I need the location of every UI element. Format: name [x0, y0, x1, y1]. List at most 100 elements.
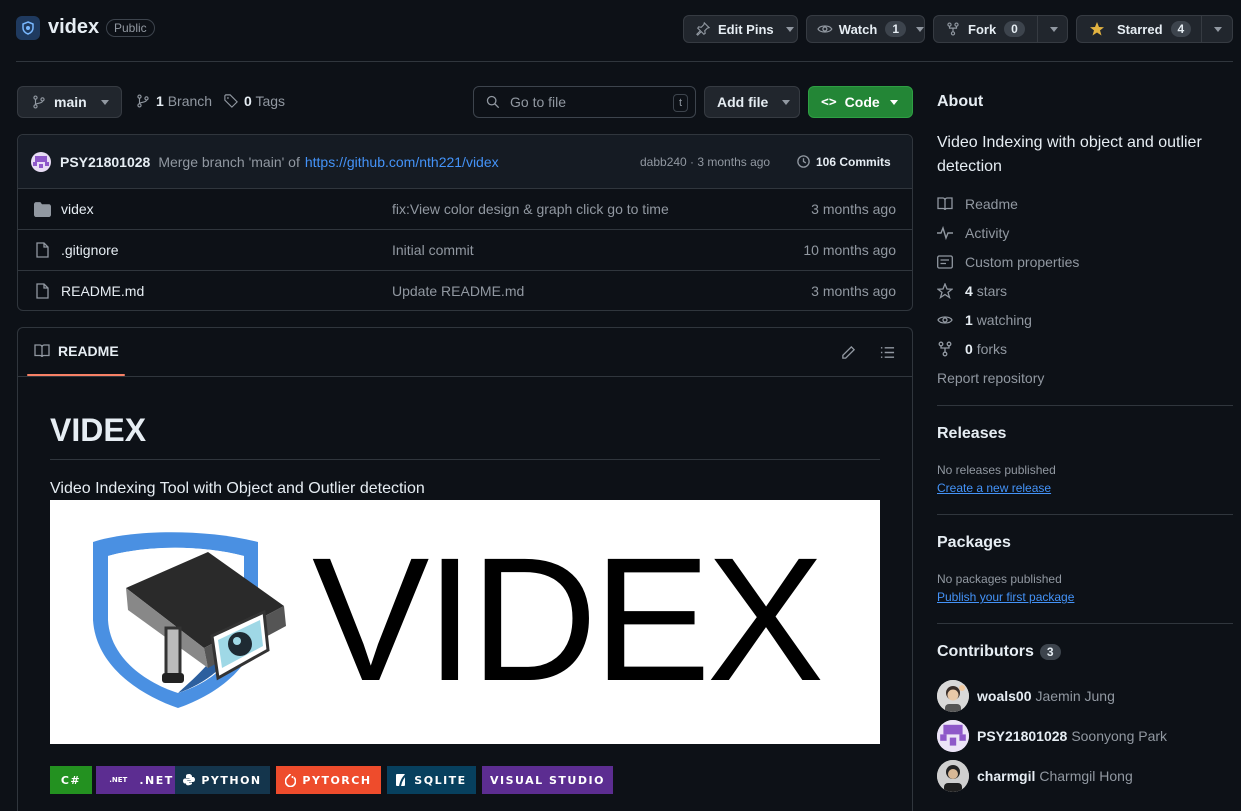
chevron-down-icon [785, 26, 794, 32]
tags-link[interactable]: 0 Tags [224, 93, 285, 109]
badge-label: VISUAL STUDIO [490, 773, 605, 787]
watch-button[interactable]: Watch 1 [806, 15, 925, 43]
starred-button[interactable]: Starred 4 [1076, 15, 1233, 43]
contributor-item[interactable]: woals00 Jaemin Jung [937, 680, 1115, 712]
file-row[interactable]: README.md Update README.md 3 months ago [18, 270, 912, 311]
branches-link[interactable]: 1 Branch [136, 93, 212, 109]
videx-logo-image: VIDEX [50, 500, 880, 744]
pencil-icon[interactable] [841, 345, 856, 360]
watching-count: 1 [965, 312, 973, 328]
avatar[interactable] [937, 760, 969, 792]
pytorch-icon [285, 773, 297, 787]
branch-selector[interactable]: main [17, 86, 122, 118]
sidebar-divider [937, 405, 1233, 406]
forks-label: forks [976, 341, 1008, 357]
go-to-file-placeholder: Go to file [510, 94, 567, 110]
edit-pins-button[interactable]: Edit Pins [683, 15, 798, 43]
file-row[interactable]: videx fix:View color design & graph clic… [18, 188, 912, 229]
star-filled-icon [1090, 22, 1104, 36]
commit-hash-time[interactable]: dabb240 · 3 months ago [640, 155, 770, 169]
commit-message[interactable]: Merge branch 'main' of [158, 154, 300, 170]
badge-label: PYTORCH [302, 773, 372, 787]
file-commit-message[interactable]: Update README.md [392, 283, 524, 299]
contributor-name: Soonyong Park [1071, 728, 1168, 744]
readme-link-label: Readme [965, 196, 1018, 212]
forks-link[interactable]: 0 forks [937, 341, 1007, 357]
packages-heading[interactable]: Packages [937, 534, 1011, 552]
forks-count: 0 [965, 341, 973, 357]
file-commit-message[interactable]: Initial commit [392, 242, 474, 258]
code-icon: <> [821, 94, 837, 110]
avatar[interactable] [31, 151, 51, 172]
contributor-item[interactable]: charmgil Charmgil Hong [937, 760, 1133, 792]
dotnet-icon: .NET [109, 776, 128, 784]
file-name[interactable]: README.md [61, 283, 144, 299]
file-icon [36, 283, 49, 299]
file-icon [36, 242, 49, 258]
stars-link[interactable]: 4 stars [937, 283, 1007, 299]
chevron-down-icon [889, 99, 898, 105]
file-name[interactable]: videx [61, 201, 94, 217]
watching-link[interactable]: 1 watching [937, 312, 1032, 328]
latest-commit-bar: PSY21801028 Merge branch 'main' of https… [18, 135, 912, 188]
publish-package-link[interactable]: Publish your first package [937, 590, 1074, 604]
readme-panel: README VIDEX Video Indexing Tool with Ob… [17, 327, 913, 811]
chevron-down-icon [100, 99, 109, 105]
file-commit-message[interactable]: fix:View color design & graph click go t… [392, 201, 669, 217]
fork-button[interactable]: Fork 0 [933, 15, 1068, 43]
avatar[interactable] [937, 680, 969, 712]
branch-label: Branch [167, 93, 213, 109]
search-icon [486, 95, 500, 109]
activity-link[interactable]: Activity [937, 225, 1009, 241]
releases-heading[interactable]: Releases [937, 425, 1006, 443]
badge-label: .NET [139, 773, 174, 787]
about-description: Video Indexing with object and outlier d… [937, 134, 1202, 175]
commit-link[interactable]: https://github.com/nth221/videx [305, 154, 499, 170]
badge-label: PYTHON [201, 773, 262, 787]
tag-icon [224, 94, 238, 108]
contributors-header[interactable]: Contributors 3 [937, 643, 1061, 661]
code-button[interactable]: <> Code [808, 86, 913, 118]
contributor-item[interactable]: PSY21801028 Soonyong Park [937, 720, 1167, 752]
readme-title: VIDEX [50, 412, 147, 448]
readme-title-divider [50, 459, 880, 460]
file-row[interactable]: .gitignore Initial commit 10 months ago [18, 229, 912, 270]
fork-count: 0 [1004, 21, 1025, 37]
commits-link[interactable]: 106 Commits [796, 154, 891, 169]
file-name[interactable]: .gitignore [61, 242, 119, 258]
outline-icon[interactable] [880, 346, 895, 359]
readme-tab[interactable]: README [34, 343, 119, 359]
custom-properties-link[interactable]: Custom properties [937, 254, 1079, 270]
book-icon [937, 197, 953, 211]
chevron-down-icon[interactable] [916, 26, 924, 32]
repo-icon [16, 16, 40, 40]
commit-count: 106 Commits [816, 154, 891, 169]
badge-python: PYTHON [175, 766, 270, 794]
packages-empty: No packages published [937, 572, 1062, 586]
fork-icon [947, 22, 959, 36]
edit-pins-label: Edit Pins [718, 21, 774, 37]
note-icon [937, 255, 953, 269]
visibility-badge: Public [106, 19, 155, 37]
chevron-down-icon[interactable] [1214, 26, 1223, 32]
star-count: 4 [1170, 21, 1192, 37]
shortcut-key: t [672, 94, 688, 112]
folder-icon [34, 201, 51, 217]
commit-author[interactable]: PSY21801028 [60, 154, 150, 170]
go-to-file-input[interactable]: Go to file t [473, 86, 696, 118]
add-file-button[interactable]: Add file [704, 86, 800, 118]
tab-divider [18, 376, 912, 377]
badge-csharp: C# [50, 766, 92, 794]
file-table: PSY21801028 Merge branch 'main' of https… [17, 134, 913, 311]
readme-link[interactable]: Readme [937, 196, 1018, 212]
avatar[interactable] [937, 720, 969, 752]
eye-icon [937, 316, 953, 324]
report-repository-link[interactable]: Report repository [937, 370, 1044, 386]
chevron-down-icon[interactable] [1049, 26, 1058, 32]
releases-empty: No releases published [937, 463, 1056, 477]
custom-properties-label: Custom properties [965, 254, 1080, 270]
badge-pytorch: PYTORCH [276, 766, 381, 794]
repo-name[interactable]: videx [48, 16, 99, 39]
badge-dotnet: .NET .NET [96, 766, 187, 794]
create-release-link[interactable]: Create a new release [937, 481, 1051, 495]
